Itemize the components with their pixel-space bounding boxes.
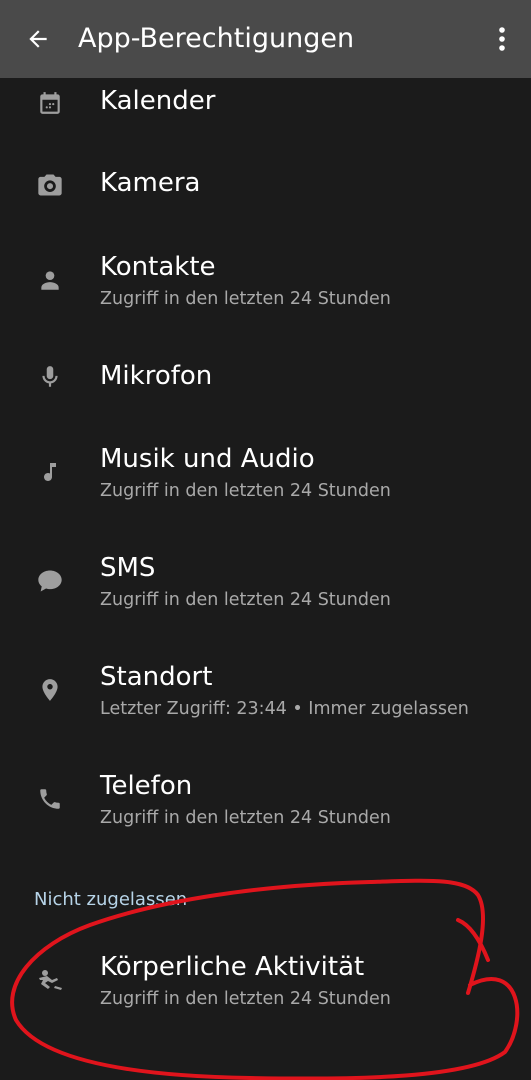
- page-title: App-Berechtigungen: [78, 23, 355, 54]
- camera-icon: [34, 169, 66, 201]
- permission-subtitle: Zugriff in den letzten 24 Stunden: [100, 590, 391, 610]
- permission-item-sms[interactable]: SMS Zugriff in den letzten 24 Stunden: [0, 551, 531, 615]
- microphone-icon: [34, 361, 66, 393]
- more-vert-icon: [499, 27, 505, 51]
- permission-item-location[interactable]: Standort Letzter Zugriff: 23:44 • Immer …: [0, 660, 531, 724]
- music-note-icon: [34, 456, 66, 488]
- location-pin-icon: [34, 674, 66, 706]
- permission-title: Kamera: [100, 168, 201, 198]
- arrow-back-icon: [29, 30, 47, 48]
- activity-icon: [34, 964, 66, 996]
- calendar-icon: [34, 87, 66, 119]
- permission-subtitle: Zugriff in den letzten 24 Stunden: [100, 481, 391, 501]
- permission-title: Standort: [100, 662, 213, 692]
- phone-icon: [34, 783, 66, 815]
- permission-item-microphone[interactable]: Mikrofon: [0, 359, 531, 399]
- section-header-not-allowed: Nicht zugelassen: [34, 889, 188, 910]
- permission-title: SMS: [100, 553, 156, 583]
- permission-subtitle: Zugriff in den letzten 24 Stunden: [100, 989, 391, 1009]
- permission-subtitle: Zugriff in den letzten 24 Stunden: [100, 808, 391, 828]
- permission-title: Körperliche Aktivität: [100, 952, 365, 982]
- permission-title: Musik und Audio: [100, 444, 315, 474]
- person-icon: [34, 264, 66, 296]
- permission-item-camera[interactable]: Kamera: [0, 166, 531, 206]
- permission-subtitle: Letzter Zugriff: 23:44 • Immer zugelasse…: [100, 699, 469, 719]
- permission-item-phone[interactable]: Telefon Zugriff in den letzten 24 Stunde…: [0, 769, 531, 833]
- more-options-button[interactable]: [487, 19, 517, 59]
- permission-item-contacts[interactable]: Kontakte Zugriff in den letzten 24 Stund…: [0, 250, 531, 314]
- red-circle-annotation: [10, 878, 520, 1080]
- permission-title: Telefon: [100, 771, 193, 801]
- permission-subtitle: Zugriff in den letzten 24 Stunden: [100, 289, 391, 309]
- permission-title: Mikrofon: [100, 361, 213, 391]
- message-icon: [34, 565, 66, 597]
- permission-title: Kontakte: [100, 252, 216, 282]
- permission-item-calendar[interactable]: Kalender: [0, 84, 531, 124]
- permission-item-physical-activity[interactable]: Körperliche Aktivität Zugriff in den let…: [0, 950, 531, 1014]
- app-bar: App-Berechtigungen: [0, 0, 531, 78]
- permission-title: Kalender: [100, 86, 216, 116]
- back-button[interactable]: [18, 19, 58, 59]
- permission-item-music-audio[interactable]: Musik und Audio Zugriff in den letzten 2…: [0, 442, 531, 506]
